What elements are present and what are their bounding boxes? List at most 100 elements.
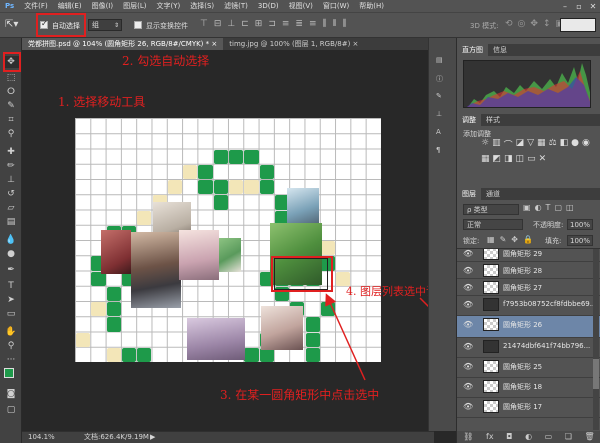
fill-input[interactable]: 100% — [567, 235, 593, 246]
rounded-rectangle[interactable] — [244, 347, 259, 362]
type-filter-icon[interactable]: T — [546, 203, 551, 212]
tab-histogram[interactable]: 直方图 — [457, 44, 488, 56]
gradient-tool-icon[interactable]: ▤ — [3, 216, 19, 228]
maximize-icon[interactable]: ▫ — [572, 2, 586, 11]
tab-document-main[interactable]: 党都拼图.psd @ 104% (圆角矩形 26, RGB/8#/CMYK) *… — [22, 38, 224, 50]
layer-filter-dropdown[interactable]: ρ 类型 — [463, 204, 519, 215]
eye-icon[interactable]: 👁 — [463, 300, 473, 309]
tab-styles[interactable]: 样式 — [481, 114, 505, 126]
brush-tool-icon[interactable]: ✏ — [3, 160, 19, 172]
type-tool-icon[interactable]: T — [3, 280, 19, 292]
eye-icon[interactable]: 👁 — [463, 283, 473, 292]
minimize-icon[interactable]: – — [558, 2, 572, 11]
layer-row[interactable]: 👁 圆角矩形 29 — [457, 249, 600, 262]
distribute-vcenter-icon[interactable]: ≣ — [295, 19, 303, 31]
channel-mixer-icon[interactable]: ◉ — [582, 138, 590, 151]
blend-mode-dropdown[interactable]: 正常 — [463, 219, 523, 230]
rounded-rectangle[interactable] — [121, 347, 137, 362]
rounded-rectangle[interactable] — [305, 347, 320, 362]
rounded-rectangle[interactable] — [305, 332, 320, 347]
eye-icon[interactable]: 👁 — [463, 249, 473, 258]
tab-layers[interactable]: 图层 — [457, 188, 481, 200]
layer-row[interactable]: 👁 f7953b08752cf8fdbbe69... — [457, 296, 600, 316]
paragraph-panel-icon[interactable]: ¶ — [436, 146, 440, 154]
rounded-rectangle[interactable] — [198, 180, 213, 195]
tab-close-icon[interactable]: × — [211, 40, 217, 48]
align-hcenter-icon[interactable]: ⊞ — [255, 19, 263, 31]
opacity-input[interactable]: 100% — [567, 219, 593, 230]
photo-filter-icon[interactable]: ● — [571, 138, 579, 151]
shape-filter-icon[interactable]: ▢ — [554, 203, 562, 212]
lookup-icon[interactable]: ▦ — [481, 154, 490, 164]
shape-tool-icon[interactable]: ▭ — [3, 308, 19, 320]
color-balance-icon[interactable]: ⚖ — [549, 138, 557, 151]
menu-window[interactable]: 窗口(W) — [318, 1, 354, 11]
path-select-tool-icon[interactable]: ➤ — [3, 294, 19, 306]
layer-row-selected[interactable]: 👁 圆角矩形 26 — [457, 316, 600, 338]
quick-select-tool-icon[interactable]: ✎ — [3, 100, 19, 112]
layers-scrollbar[interactable] — [593, 249, 599, 430]
align-vcenter-icon[interactable]: ⊟ — [214, 19, 222, 31]
distribute-left-icon[interactable]: ⫼ — [323, 19, 327, 31]
levels-icon[interactable]: ▥ — [492, 138, 501, 151]
rounded-rectangle[interactable] — [137, 347, 152, 362]
foreground-color-swatch[interactable] — [4, 368, 14, 378]
character-panel-icon[interactable]: A — [436, 128, 441, 136]
link-icon[interactable]: ⛓ — [463, 431, 473, 443]
3d-mode-icons[interactable]: ⟲◎✥↕▣ — [505, 19, 564, 29]
menu-layer[interactable]: 图层(L) — [118, 1, 151, 11]
distribute-right-icon[interactable]: ⫼ — [342, 19, 346, 31]
properties-panel-icon[interactable]: ⓘ — [436, 74, 443, 84]
distribute-bottom-icon[interactable]: ≡ — [309, 19, 317, 31]
rounded-rectangle[interactable] — [259, 164, 274, 179]
align-left-icon[interactable]: ⊏ — [241, 19, 249, 31]
rotate-3d-icon[interactable]: ⟲ — [505, 19, 513, 29]
document-canvas[interactable] — [75, 118, 381, 362]
workspace-dropdown[interactable] — [560, 18, 596, 32]
tab-info[interactable]: 信息 — [488, 44, 512, 56]
layer-row[interactable]: 👁 圆角矩形 17 — [457, 398, 600, 418]
curves-icon[interactable]: ⌒ — [504, 138, 513, 151]
history-brush-tool-icon[interactable]: ↺ — [3, 188, 19, 200]
menu-type[interactable]: 文字(Y) — [151, 1, 185, 11]
adjust-filter-icon[interactable]: ◐ — [535, 203, 542, 212]
align-top-icon[interactable]: ⊤ — [200, 19, 208, 31]
rounded-rectangle[interactable] — [106, 302, 121, 317]
roll-3d-icon[interactable]: ◎ — [518, 19, 526, 29]
posterize-icon[interactable]: ◨ — [504, 154, 513, 164]
layer-row[interactable]: 👁 圆角矩形 27 — [457, 279, 600, 296]
brush-panel-icon[interactable]: ✎ — [436, 92, 442, 100]
close-icon[interactable]: ✕ — [586, 2, 600, 11]
eye-icon[interactable]: 👁 — [463, 266, 473, 275]
menu-3d[interactable]: 3D(D) — [253, 2, 284, 10]
stamp-tool-icon[interactable]: ⊥ — [3, 174, 19, 186]
zoom-tool-icon[interactable]: ⚲ — [3, 340, 19, 352]
rounded-rectangle[interactable] — [259, 180, 274, 195]
menu-help[interactable]: 帮助(H) — [354, 1, 389, 11]
gradient-map-icon[interactable]: ▭ — [527, 154, 536, 164]
eye-icon[interactable]: 👁 — [463, 320, 473, 329]
folder-icon[interactable]: ▭ — [545, 431, 553, 443]
rounded-rectangle[interactable] — [320, 302, 336, 317]
rounded-rectangle-beige[interactable] — [320, 241, 336, 256]
rounded-rectangle-beige[interactable] — [229, 180, 244, 195]
rounded-rectangle[interactable] — [106, 286, 121, 301]
pen-tool-icon[interactable]: ✒ — [3, 264, 19, 276]
brightness-icon[interactable]: ☼ — [481, 138, 489, 151]
distribute-hcenter-icon[interactable]: ⫴ — [333, 19, 337, 31]
eye-icon[interactable]: 👁 — [463, 342, 473, 351]
quick-mask-icon[interactable]: ◙ — [3, 388, 19, 400]
mask-icon[interactable]: ◘ — [506, 431, 512, 443]
tab-channels[interactable]: 通道 — [481, 188, 505, 200]
layer-row[interactable]: 👁 圆角矩形 18 — [457, 378, 600, 398]
healing-tool-icon[interactable]: ✚ — [3, 146, 19, 158]
lock-icons[interactable]: ▦ ✎ ✥ 🔒 — [487, 235, 533, 244]
marquee-tool-icon[interactable]: ⬚ — [3, 72, 19, 84]
smart-filter-icon[interactable]: ◫ — [566, 203, 574, 212]
selective-color-icon[interactable]: ✕ — [539, 154, 547, 164]
crop-tool-icon[interactable]: ⌗ — [3, 114, 19, 126]
threshold-icon[interactable]: ◫ — [516, 154, 525, 164]
drag-3d-icon[interactable]: ✥ — [530, 19, 538, 29]
rounded-rectangle-beige[interactable] — [167, 180, 183, 195]
tab-close-icon[interactable]: × — [353, 40, 359, 48]
